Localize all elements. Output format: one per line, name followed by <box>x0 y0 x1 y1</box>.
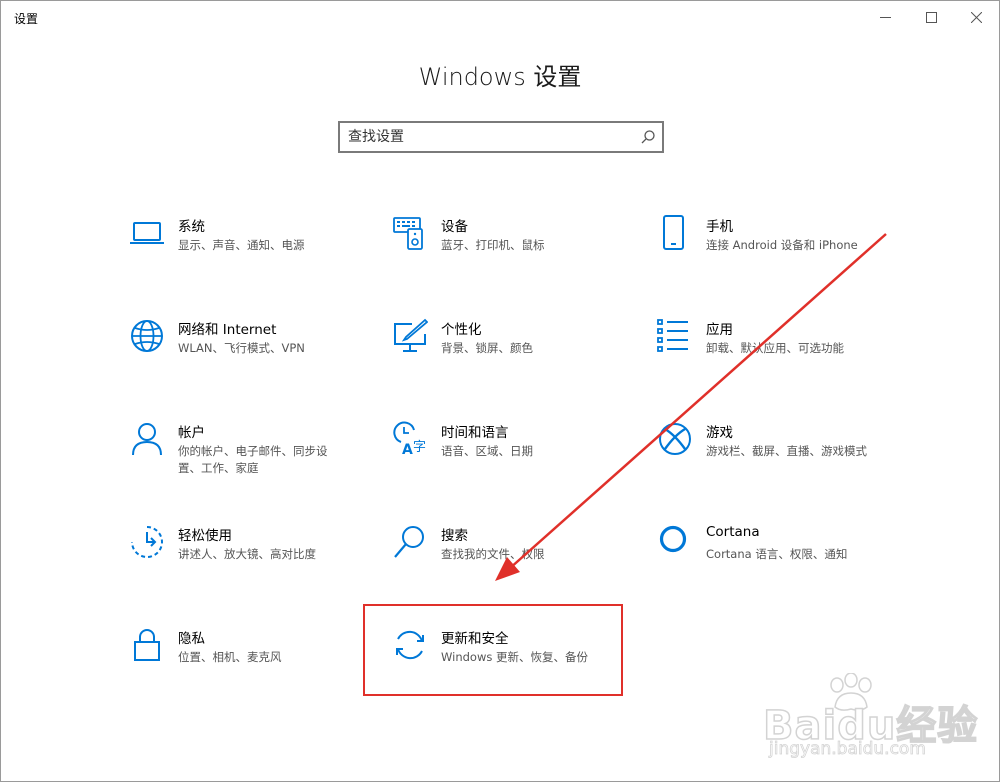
watermark-url: jingyan.baidu.com <box>769 739 927 760</box>
annotation-arrow <box>495 233 887 581</box>
baidu-watermark: Baidu经验 jingyan.baidu.com <box>762 673 983 769</box>
settings-window: 设置 Windows 设置 系统 显示、声音、通知、电源 <box>0 0 1000 782</box>
